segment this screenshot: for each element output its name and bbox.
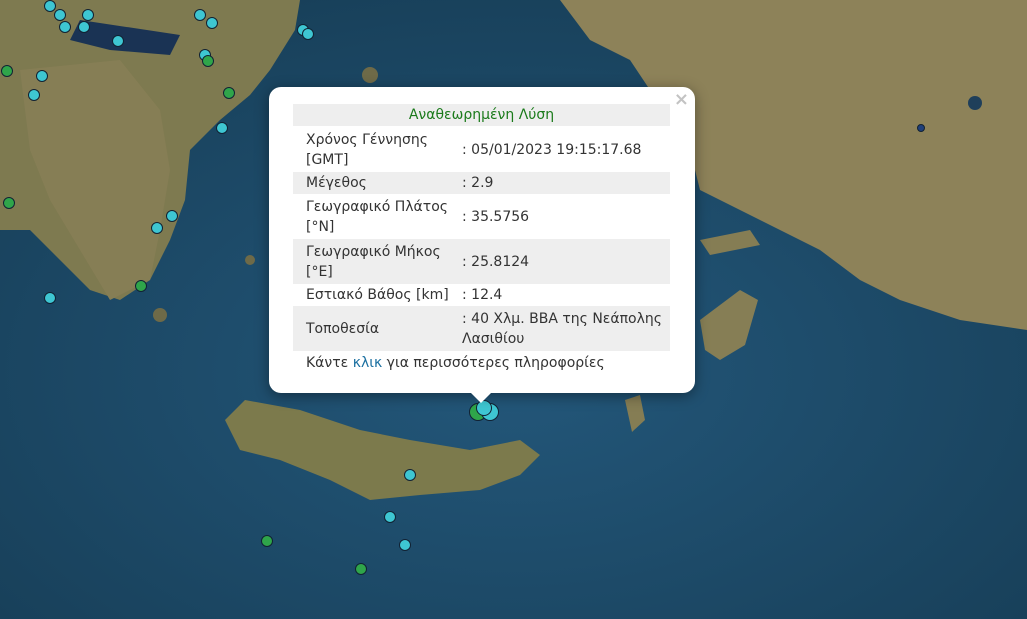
table-row: Χρόνος Γέννησης [GMT] : 05/01/2023 19:15… xyxy=(293,127,670,172)
table-row: Γεωγραφικό Πλάτος [°N] : 35.5756 xyxy=(293,194,670,239)
row-value: : 12.4 xyxy=(462,287,503,303)
earthquake-marker[interactable] xyxy=(384,511,396,523)
earthquake-marker[interactable] xyxy=(59,21,71,33)
earthquake-marker[interactable] xyxy=(261,535,273,547)
row-value: : 25.8124 xyxy=(462,253,530,270)
earthquake-marker[interactable] xyxy=(112,35,124,47)
row-value: : 05/01/2023 19:15:17.68 xyxy=(462,141,642,158)
earthquake-marker[interactable] xyxy=(206,17,218,29)
popup-tip xyxy=(470,392,492,403)
earthquake-marker[interactable] xyxy=(44,292,56,304)
row-value: : 40 Χλμ. ΒΒΑ της Νεάπολης Λασιθίου xyxy=(462,310,662,347)
earthquake-marker[interactable] xyxy=(44,0,56,12)
table-row: Μέγεθος : 2.9 xyxy=(293,172,670,194)
close-icon[interactable]: × xyxy=(674,89,689,110)
row-value: : 35.5756 xyxy=(462,208,530,225)
earthquake-marker[interactable] xyxy=(78,21,90,33)
row-label: Χρόνος Γέννησης [GMT] xyxy=(306,131,428,168)
more-info-text: Κάντε κλικ για περισσότερες πληροφορίες xyxy=(306,355,605,371)
earthquake-marker[interactable] xyxy=(202,55,214,67)
earthquake-marker[interactable] xyxy=(194,9,206,21)
more-suffix: για περισσότερες πληροφορίες xyxy=(386,355,605,371)
earthquake-marker[interactable] xyxy=(223,87,235,99)
earthquake-marker[interactable] xyxy=(28,89,40,101)
row-label: Μέγεθος xyxy=(306,175,367,191)
table-row: Γεωγραφικό Μήκος [°E] : 25.8124 xyxy=(293,239,670,284)
earthquake-marker[interactable] xyxy=(399,539,411,551)
popup-title: Αναθεωρημένη Λύση xyxy=(293,104,670,126)
earthquake-marker[interactable] xyxy=(166,210,178,222)
table-row: Τοποθεσία : 40 Χλμ. ΒΒΑ της Νεάπολης Λασ… xyxy=(293,306,670,351)
earthquake-marker[interactable] xyxy=(917,124,925,132)
table-row: Εστιακό Βάθος [km] : 12.4 xyxy=(293,284,670,306)
earthquake-marker[interactable] xyxy=(404,469,416,481)
earthquake-marker[interactable] xyxy=(3,197,15,209)
earthquake-marker[interactable] xyxy=(355,563,367,575)
row-label: Γεωγραφικό Πλάτος [°N] xyxy=(306,198,448,235)
details-table: Χρόνος Γέννησης [GMT] : 05/01/2023 19:15… xyxy=(293,127,670,351)
earthquake-marker[interactable] xyxy=(1,65,13,77)
earthquake-marker[interactable] xyxy=(216,122,228,134)
earthquake-marker[interactable] xyxy=(135,280,147,292)
earthquake-marker[interactable] xyxy=(151,222,163,234)
earthquake-marker[interactable] xyxy=(302,28,314,40)
more-info-link[interactable]: κλικ xyxy=(353,355,383,371)
more-prefix: Κάντε xyxy=(306,355,349,371)
row-value: : 2.9 xyxy=(462,175,494,191)
row-label: Τοποθεσία xyxy=(306,320,380,337)
earthquake-marker[interactable] xyxy=(36,70,48,82)
earthquake-marker[interactable] xyxy=(82,9,94,21)
row-label: Γεωγραφικό Μήκος [°E] xyxy=(306,243,441,280)
earthquake-marker[interactable] xyxy=(54,9,66,21)
earthquake-popup: × Αναθεωρημένη Λύση Χρόνος Γέννησης [GMT… xyxy=(269,87,695,403)
row-label: Εστιακό Βάθος [km] xyxy=(306,287,449,303)
